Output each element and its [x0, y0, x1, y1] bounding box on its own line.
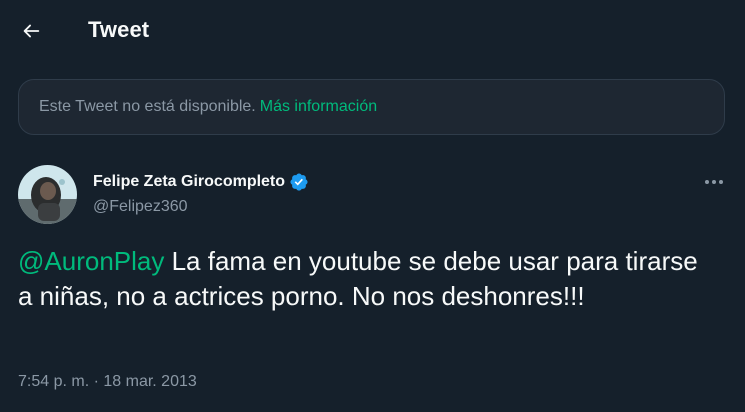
header: Tweet [0, 0, 745, 62]
tweet-timestamp: 7:54 p. m. · 18 mar. 2013 [18, 373, 197, 391]
back-button[interactable] [14, 14, 48, 48]
timestamp-separator: · [89, 373, 104, 390]
mention-link[interactable]: @AuronPlay [18, 246, 164, 276]
avatar-image [18, 165, 77, 224]
author-name[interactable]: Felipe Zeta Girocompleto [93, 173, 285, 191]
more-info-link[interactable]: Más información [260, 98, 377, 116]
tweet-time[interactable]: 7:54 p. m. [18, 373, 89, 390]
avatar[interactable] [18, 165, 77, 224]
author-handle[interactable]: @Felipez360 [93, 198, 188, 216]
tweet-page: Tweet Este Tweet no está disponible. Más… [0, 0, 745, 412]
tweet-date[interactable]: 18 mar. 2013 [103, 373, 196, 390]
verified-badge-icon [290, 173, 308, 191]
tweet-unavailable-notice: Este Tweet no está disponible. Más infor… [18, 79, 725, 135]
notice-text: Este Tweet no está disponible. [39, 98, 256, 115]
arrow-left-icon [23, 24, 40, 38]
page-title: Tweet [88, 17, 150, 42]
tweet-text: @AuronPlay La fama en youtube se debe us… [18, 244, 718, 314]
more-options-button[interactable] [700, 172, 728, 192]
author-name-row: Felipe Zeta Girocompleto [93, 172, 309, 192]
more-horizontal-icon [705, 180, 723, 184]
